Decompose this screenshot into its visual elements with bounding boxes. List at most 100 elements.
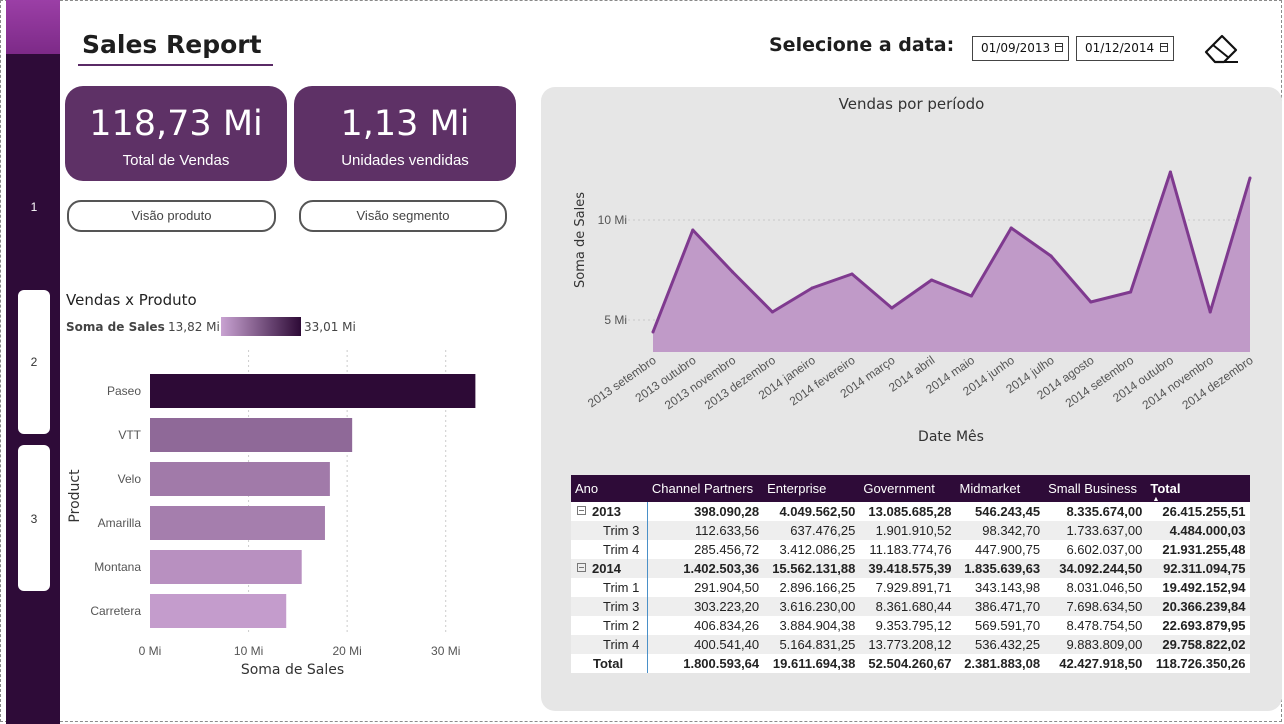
line-x-tick: 2014 setembro [1063, 353, 1137, 411]
matrix-total-cell: 19.492.152,94 [1146, 578, 1250, 597]
matrix-header-year[interactable]: Ano [571, 475, 648, 502]
matrix-row-label: Trim 1 [571, 578, 649, 597]
page-tab-3[interactable]: 3 [18, 445, 50, 591]
bar[interactable] [150, 462, 330, 496]
calendar-icon[interactable] [1160, 43, 1168, 52]
matrix-total-row: Total 1.800.593,64 19.611.694,38 52.504.260… [571, 654, 1250, 673]
matrix-quarter-row: Trim 4 400.541,40 5.164.831,25 13.773.208,1… [571, 635, 1250, 654]
line-point[interactable] [810, 286, 814, 290]
matrix-cell: 19.611.694,38 [763, 654, 860, 673]
sidebar-accent [6, 0, 60, 54]
product-view-button[interactable]: Visão produto [67, 200, 276, 232]
matrix-cell: 112.633,56 [647, 521, 764, 540]
line-point[interactable] [1129, 290, 1133, 294]
bar-category-label: Paseo [107, 384, 141, 398]
line-point[interactable] [1248, 176, 1252, 180]
matrix-quarter-row: Trim 1 291.904,50 2.896.166,25 7.929.891,71… [571, 578, 1250, 597]
matrix-total-cell: 20.366.239,84 [1146, 597, 1250, 616]
bar-x-axis-title: Soma de Sales [241, 662, 344, 678]
bar-legend-title: Soma de Sales [66, 320, 165, 334]
eraser-icon[interactable] [1203, 30, 1239, 66]
line-point[interactable] [930, 278, 934, 282]
matrix-header-segment[interactable]: Enterprise [763, 475, 860, 502]
line-x-tick: 2013 setembro [585, 353, 659, 411]
bar[interactable] [150, 506, 325, 540]
matrix-cell: 447.900,75 [955, 540, 1045, 559]
bar[interactable] [150, 594, 287, 628]
line-point[interactable] [770, 310, 774, 314]
line-point[interactable] [1089, 300, 1093, 304]
line-point[interactable] [1049, 254, 1053, 258]
collapse-icon[interactable] [577, 506, 586, 515]
line-point[interactable] [850, 272, 854, 276]
matrix-quarter-row: Trim 3 112.633,56 637.476,25 1.901.910,52 98… [571, 521, 1250, 540]
matrix-cell: 536.432,25 [955, 635, 1045, 654]
bar-category-label: Montana [94, 560, 141, 574]
matrix-cell: 13.773.208,12 [859, 635, 956, 654]
matrix-total-cell: 29.758.822,02 [1146, 635, 1250, 654]
line-point[interactable] [890, 306, 894, 310]
line-point[interactable] [651, 330, 655, 334]
matrix-cell: 52.504.260,67 [859, 654, 956, 673]
line-y-axis-title: Soma de Sales [573, 192, 588, 288]
matrix-row-label: Trim 2 [571, 616, 649, 635]
matrix-cell: 386.471,70 [955, 597, 1045, 616]
date-start-input[interactable]: 01/09/2013 [972, 36, 1069, 61]
matrix-header-segment[interactable]: Midmarket [955, 475, 1045, 502]
matrix-header-segment[interactable]: Small Business [1044, 475, 1147, 502]
matrix-cell: 4.049.562,50 [763, 502, 860, 521]
matrix-year-row: 2014 1.402.503,36 15.562.131,88 39.418.575,… [571, 559, 1250, 578]
matrix-header-segment[interactable]: Channel Partners [647, 475, 764, 502]
matrix-cell: 7.929.891,71 [859, 578, 956, 597]
kpi-total-sales: 118,73 Mi Total de Vendas [65, 86, 287, 181]
page-tab-label: 2 [30, 355, 38, 369]
matrix-cell: 39.418.575,39 [859, 559, 956, 578]
matrix-row-label: Total [571, 654, 649, 673]
segment-view-button[interactable]: Visão segmento [299, 200, 507, 232]
matrix-total-cell: 92.311.094,75 [1146, 559, 1250, 578]
matrix-cell: 8.335.674,00 [1044, 502, 1147, 521]
matrix-cell: 34.092.244,50 [1044, 559, 1147, 578]
matrix-quarter-row: Trim 3 303.223,20 3.616.230,00 8.361.680,44… [571, 597, 1250, 616]
matrix-cell: 398.090,28 [647, 502, 764, 521]
line-point[interactable] [731, 270, 735, 274]
collapse-icon[interactable] [577, 563, 586, 572]
sales-matrix: Ano Channel Partners Enterprise Government M… [571, 475, 1250, 673]
matrix-cell: 5.164.831,25 [763, 635, 860, 654]
matrix-cell: 9.353.795,12 [859, 616, 956, 635]
sort-ascending-icon[interactable]: ▲ [1152, 496, 1159, 503]
line-point[interactable] [1208, 310, 1212, 314]
page-title: Sales Report [82, 30, 262, 59]
calendar-icon[interactable] [1055, 43, 1063, 52]
line-point[interactable] [1009, 226, 1013, 230]
kpi-units-sold: 1,13 Mi Unidades vendidas [294, 86, 516, 181]
matrix-row-label[interactable]: 2014 [571, 559, 649, 578]
bar[interactable] [150, 374, 476, 408]
matrix-total-cell: 22.693.879,95 [1146, 616, 1250, 635]
matrix-cell: 13.085.685,28 [859, 502, 956, 521]
matrix-cell: 7.698.634,50 [1044, 597, 1147, 616]
matrix-quarter-row: Trim 4 285.456,72 3.412.086,25 11.183.774,7… [571, 540, 1250, 559]
line-point[interactable] [969, 294, 973, 298]
bar[interactable] [150, 550, 302, 584]
line-point[interactable] [1168, 170, 1172, 174]
matrix-header-total[interactable]: Total ▲ [1146, 475, 1250, 503]
kpi-value: 1,13 Mi [340, 104, 470, 144]
matrix-header-segment[interactable]: Government [859, 475, 956, 502]
bar-legend-max: 33,01 Mi [304, 320, 356, 334]
matrix-row-label[interactable]: 2013 [571, 502, 649, 521]
date-end-input[interactable]: 01/12/2014 [1076, 36, 1174, 61]
kpi-value: 118,73 Mi [89, 104, 263, 144]
page-tab-1[interactable]: 1 [18, 190, 50, 224]
line-point[interactable] [691, 228, 695, 232]
matrix-cell: 400.541,40 [647, 635, 764, 654]
line-x-tick: 2014 dezembro [1179, 353, 1256, 412]
page-tab-2[interactable]: 2 [18, 290, 50, 434]
matrix-cell: 8.478.754,50 [1044, 616, 1147, 635]
bar-chart: 0 Mi 10 Mi 20 Mi 30 Mi Paseo VTT Velo Amarilla M… [67, 350, 476, 678]
bar[interactable] [150, 418, 353, 452]
matrix-cell: 2.896.166,25 [763, 578, 860, 597]
matrix-cell: 406.834,26 [647, 616, 764, 635]
kpi-label: Unidades vendidas [341, 152, 469, 169]
matrix-row-label: Trim 3 [571, 597, 649, 616]
